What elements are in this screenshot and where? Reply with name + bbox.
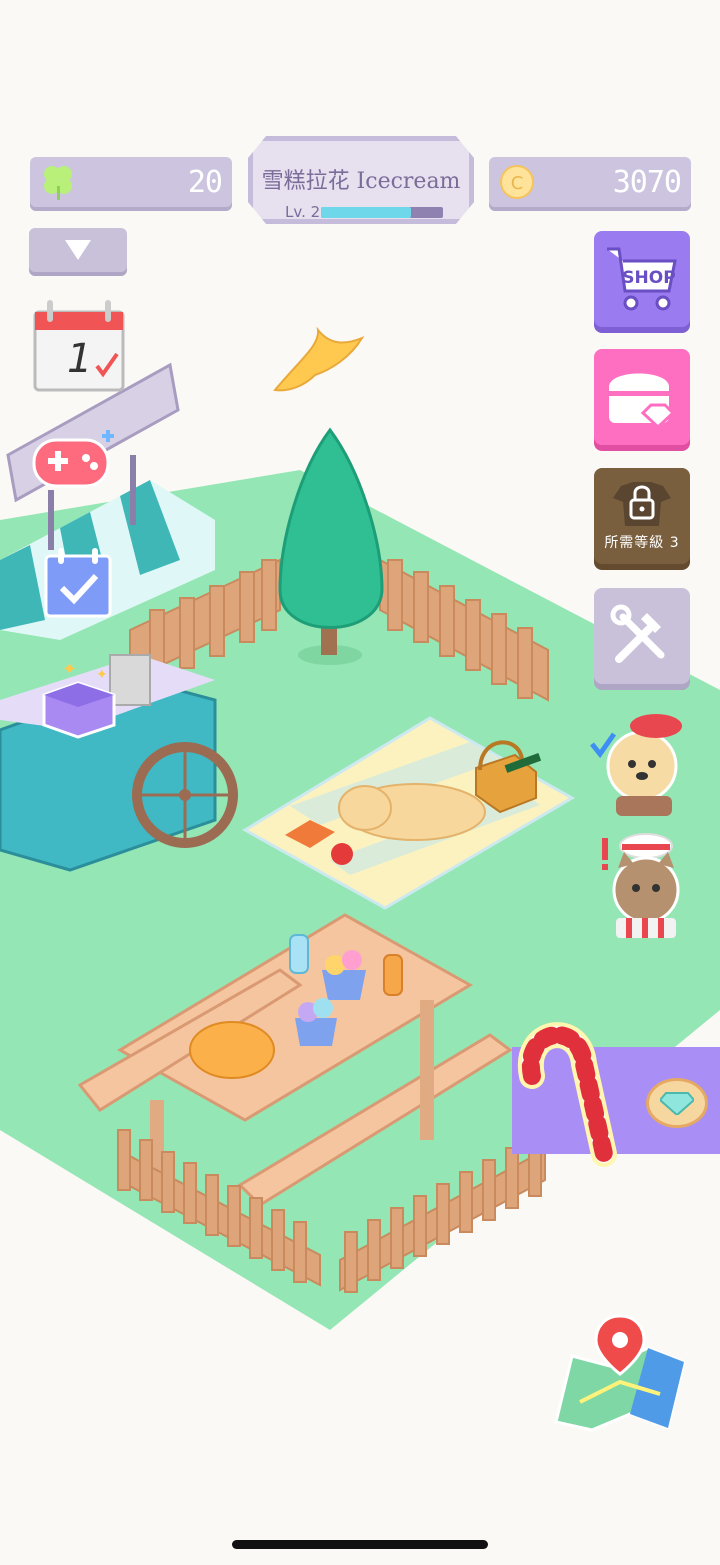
checklist-icon [44,548,112,618]
shop-label: SHOP [622,268,675,288]
diamond-icon[interactable] [646,1078,708,1128]
xp-progress-fill [321,207,412,218]
cat-customer-icon [602,833,680,938]
gamepad-icon [32,430,114,488]
xp-progress-bar [321,207,443,218]
banana-peel [273,326,365,392]
bottle-blue [289,934,309,974]
daily-calendar-button[interactable]: 1 [33,300,125,392]
clover-counter: 20 [30,157,232,207]
mystery-box-button[interactable]: ✦ ✦ [36,655,122,739]
customer-cat-avatar[interactable] [596,828,684,940]
treasure-chest-icon [609,373,676,429]
lock-shirt-icon [613,482,671,526]
locked-outfit-button[interactable]: 所需等級 3 [594,468,690,564]
apple [331,843,353,865]
candy-cane-icon[interactable] [500,1020,620,1170]
coin-count: 3070 [612,164,682,200]
dropdown-button[interactable] [29,228,127,272]
coin-counter: C 3070 [489,157,691,207]
calendar-day: 1 [67,336,93,382]
bottle-orange [383,954,403,996]
clover-icon [44,166,72,200]
tools-icon [610,604,665,663]
level-label: Lv. 2 [285,203,321,221]
shop-name-plate[interactable]: 雪糕拉花 Icecream Lv. 2 [248,136,474,224]
settings-tools-button[interactable] [594,588,690,684]
dog-customer-icon [590,714,682,816]
required-level-label: 所需等級 3 [604,535,680,551]
shop-title: 雪糕拉花 Icecream [261,169,461,194]
svg-text:✦: ✦ [62,659,77,680]
map-button[interactable] [550,1312,688,1434]
treasure-chest-button[interactable] [594,349,690,445]
shop-button[interactable]: SHOP [594,231,690,327]
svg-text:✦: ✦ [96,667,108,683]
svg-text:C: C [511,173,524,194]
map-icon [554,1314,686,1432]
customer-dog-avatar[interactable] [588,704,692,818]
box-icon: ✦ ✦ [42,659,116,739]
shopping-cart-icon: SHOP [607,247,677,311]
clover-count: 20 [187,164,223,200]
coin-icon: C [500,165,534,199]
chevron-down-icon [65,240,91,260]
sleeping-cat [189,1021,275,1079]
home-indicator[interactable] [232,1540,488,1549]
minigame-button[interactable] [30,428,116,494]
tasks-button[interactable] [44,548,112,618]
